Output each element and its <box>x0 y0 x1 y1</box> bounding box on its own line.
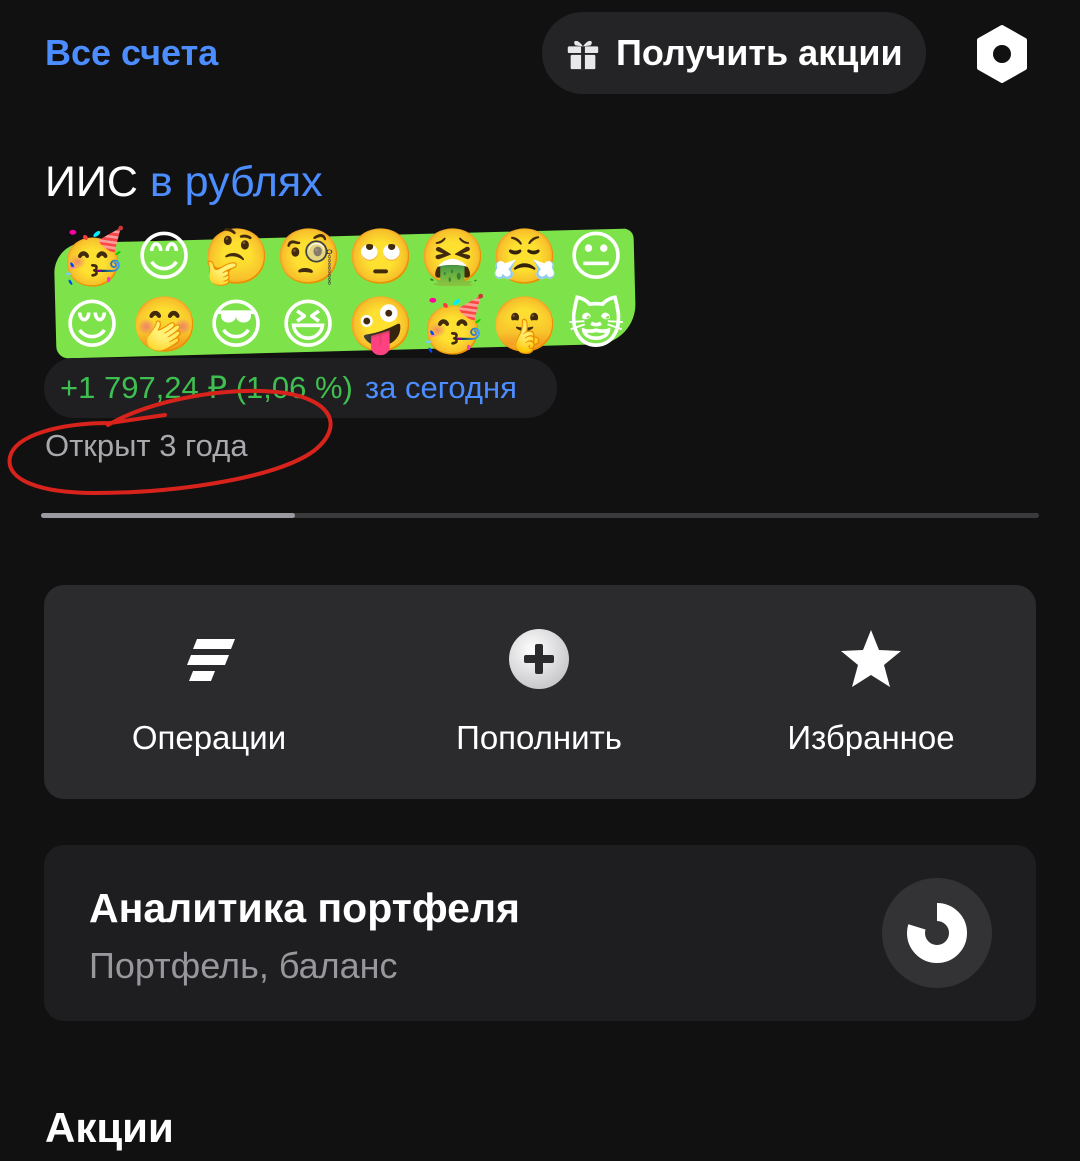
emoji: 😤 <box>491 227 559 287</box>
emoji-row-1: 🥳 😊 🤔 🧐 🙄 🤮 😤 😐 <box>59 226 629 288</box>
stocks-section-title: Акции <box>45 1104 174 1151</box>
emoji: 😺 <box>567 295 625 355</box>
emoji: 🤮 <box>419 227 487 287</box>
quick-actions-card: Операции Пополнить Избранное <box>44 585 1036 799</box>
star-icon <box>841 630 901 687</box>
red-circle-annotation <box>7 388 333 496</box>
account-currency-selector[interactable]: в рублях <box>150 158 323 206</box>
emoji: 🤭 <box>131 295 199 355</box>
emoji: 😆 <box>279 295 337 355</box>
top-up-button[interactable]: Пополнить <box>374 585 704 799</box>
all-accounts-link[interactable]: Все счета <box>45 32 218 74</box>
daily-change-period: за сегодня <box>364 370 517 405</box>
favorites-label: Избранное <box>787 719 955 756</box>
emoji: 🤫 <box>491 295 559 355</box>
emoji: 😌 <box>63 295 121 355</box>
operations-label: Операции <box>131 719 287 756</box>
operations-lines-icon <box>187 639 235 681</box>
donut-chart-icon <box>907 903 967 963</box>
emoji-row-2: 😌 🤭 😎 😆 🤪 🥳 🤫 😺 <box>59 294 629 356</box>
emoji: 😊 <box>135 227 193 287</box>
plus-circle-icon <box>509 629 569 689</box>
account-type: ИИС <box>45 158 138 206</box>
hexagon-settings-icon[interactable] <box>972 24 1032 84</box>
favorites-button[interactable]: Избранное <box>706 585 1036 799</box>
account-title: ИИС в рублях <box>45 158 323 207</box>
get-stocks-button[interactable]: Получить акции <box>542 12 926 94</box>
portfolio-analytics-card[interactable]: Аналитика портфеля Портфель, баланс <box>44 845 1036 1021</box>
emoji: 🙄 <box>347 227 415 287</box>
analytics-icon-wrap <box>882 878 992 988</box>
accounts-scroll-indicator <box>41 513 295 518</box>
gift-icon <box>567 40 599 70</box>
hidden-balance-emojis: 🥳 😊 🤔 🧐 🙄 🤮 😤 😐 😌 🤭 😎 😆 🤪 🥳 🤫 😺 <box>53 220 640 365</box>
operations-button[interactable]: Операции <box>44 585 374 799</box>
emoji: 😐 <box>567 227 625 287</box>
emoji: 🥳 <box>419 295 487 355</box>
analytics-title: Аналитика портфеля <box>89 885 520 931</box>
emoji: 😎 <box>207 295 265 355</box>
emoji: 🤪 <box>347 295 415 355</box>
emoji: 🤔 <box>203 227 271 287</box>
get-stocks-label: Получить акции <box>616 32 903 73</box>
analytics-subtitle: Портфель, баланс <box>89 945 398 986</box>
emoji: 🥳 <box>59 227 127 287</box>
emoji: 🧐 <box>275 227 343 287</box>
top-up-label: Пополнить <box>456 719 622 756</box>
